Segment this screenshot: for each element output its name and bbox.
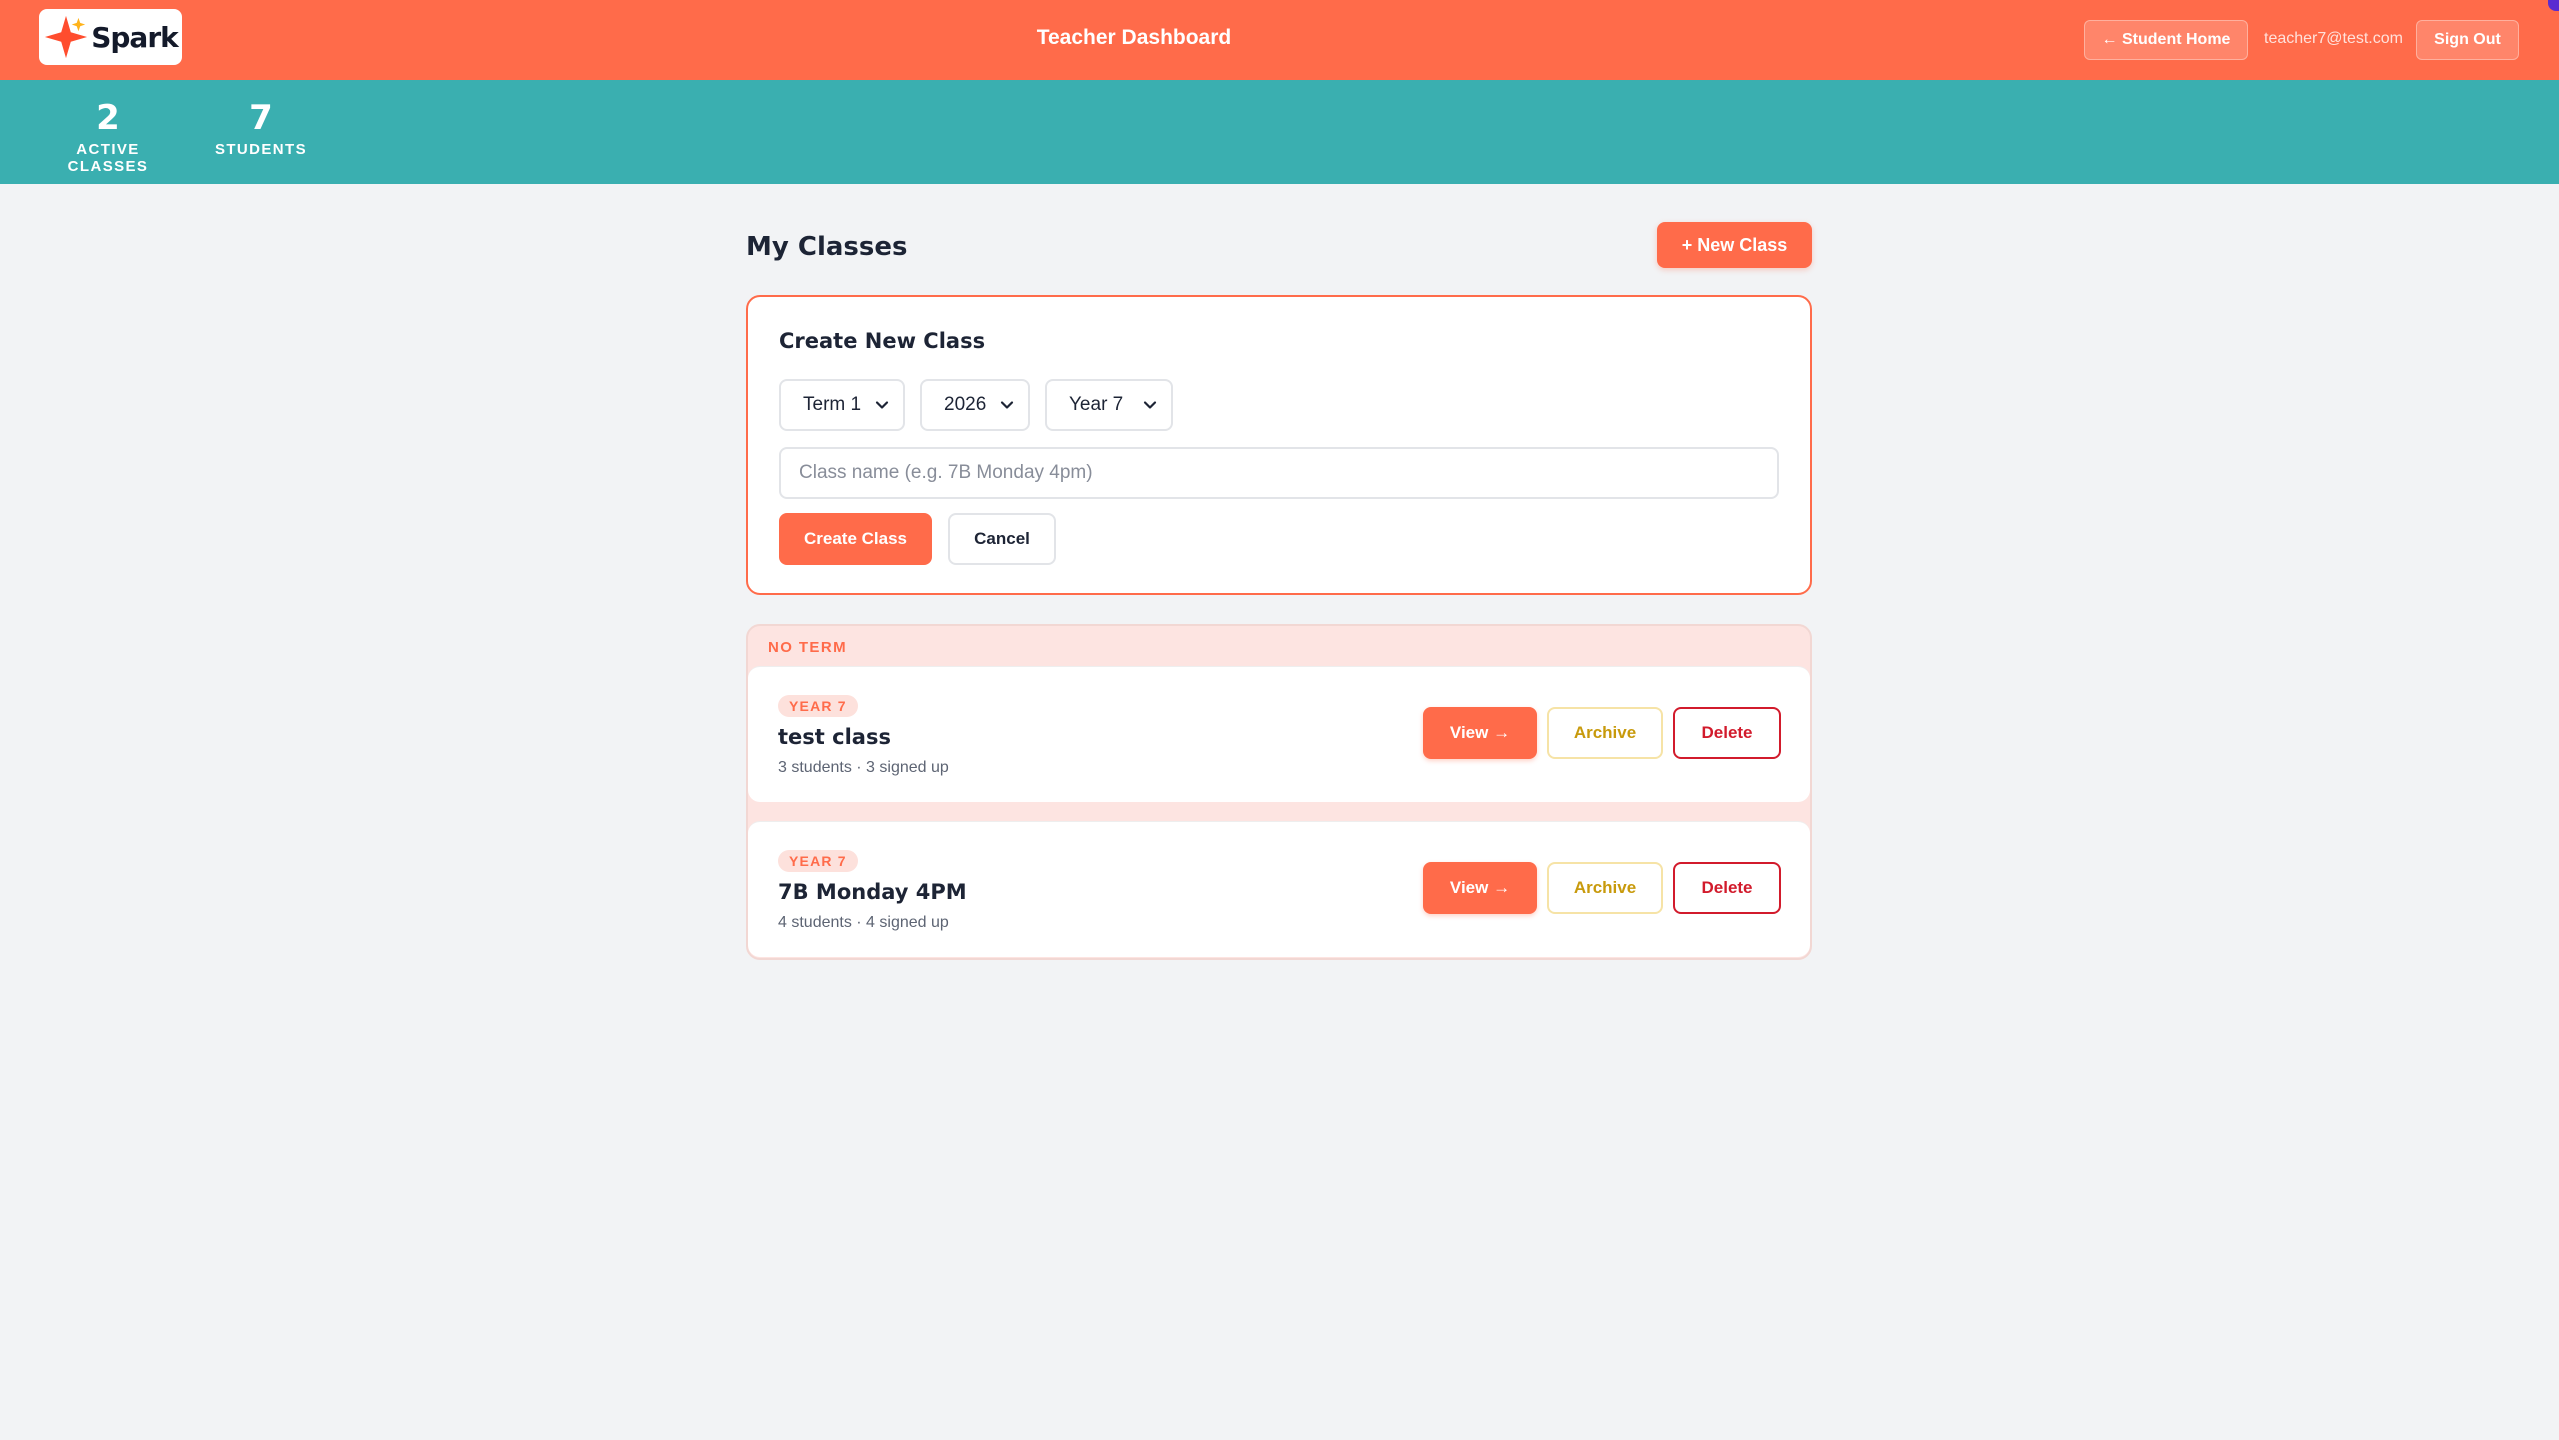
stat-label: STUDENTS <box>214 141 308 159</box>
user-email: teacher7@test.com <box>2264 30 2403 47</box>
archive-button[interactable]: Archive <box>1547 707 1663 759</box>
delete-button[interactable]: Delete <box>1673 862 1781 914</box>
corner-indicator <box>2548 0 2559 11</box>
view-button[interactable]: View → <box>1423 862 1537 914</box>
stat-value: 7 <box>249 98 273 138</box>
group-label: NO TERM <box>768 639 847 656</box>
year-badge: YEAR 7 <box>778 695 858 717</box>
class-card: YEAR 7 test class 3 students · 3 signed … <box>748 666 1810 802</box>
class-name: 7B Monday 4PM <box>778 880 967 904</box>
year-select-value: 2026 <box>944 394 987 415</box>
class-name-input[interactable] <box>779 447 1779 499</box>
top-header: Spark Teacher Dashboard ← Student Home t… <box>0 0 2559 80</box>
year-select[interactable]: 2026 <box>920 379 1030 431</box>
stat-students: 7 STUDENTS <box>214 98 308 159</box>
stat-value: 2 <box>96 98 120 138</box>
year-level-select-value: Year 7 <box>1069 394 1124 415</box>
section-title: My Classes <box>746 232 908 262</box>
cancel-button[interactable]: Cancel <box>948 513 1056 565</box>
delete-button[interactable]: Delete <box>1673 707 1781 759</box>
term-select[interactable]: Term 1 <box>779 379 905 431</box>
create-class-button[interactable]: Create Class <box>779 513 932 565</box>
student-home-button[interactable]: ← Student Home <box>2084 20 2248 60</box>
class-card: YEAR 7 7B Monday 4PM 4 students · 4 sign… <box>748 821 1810 957</box>
new-class-button[interactable]: + New Class <box>1657 222 1812 268</box>
sign-out-button[interactable]: Sign Out <box>2416 20 2519 60</box>
form-title: Create New Class <box>779 329 986 353</box>
chevron-down-icon <box>875 401 889 409</box>
chevron-down-icon <box>1000 401 1014 409</box>
stat-label: ACTIVE CLASSES <box>67 141 149 176</box>
class-meta: 3 students · 3 signed up <box>778 759 949 776</box>
year-level-select[interactable]: Year 7 <box>1045 379 1173 431</box>
term-select-value: Term 1 <box>803 394 862 415</box>
archive-button[interactable]: Archive <box>1547 862 1663 914</box>
view-button[interactable]: View → <box>1423 707 1537 759</box>
stat-active-classes: 2 ACTIVE CLASSES <box>39 98 177 176</box>
class-meta: 4 students · 4 signed up <box>778 914 949 931</box>
stats-bar: 2 ACTIVE CLASSES 7 STUDENTS <box>0 80 2559 184</box>
class-name: test class <box>778 725 891 749</box>
create-class-form: Create New Class Term 1 2026 Year 7 Crea… <box>746 295 1812 595</box>
chevron-down-icon <box>1143 401 1157 409</box>
class-group-no-term: NO TERM YEAR 7 test class 3 students · 3… <box>746 624 1812 960</box>
page-title: Teacher Dashboard <box>1036 26 1232 49</box>
year-badge: YEAR 7 <box>778 850 858 872</box>
